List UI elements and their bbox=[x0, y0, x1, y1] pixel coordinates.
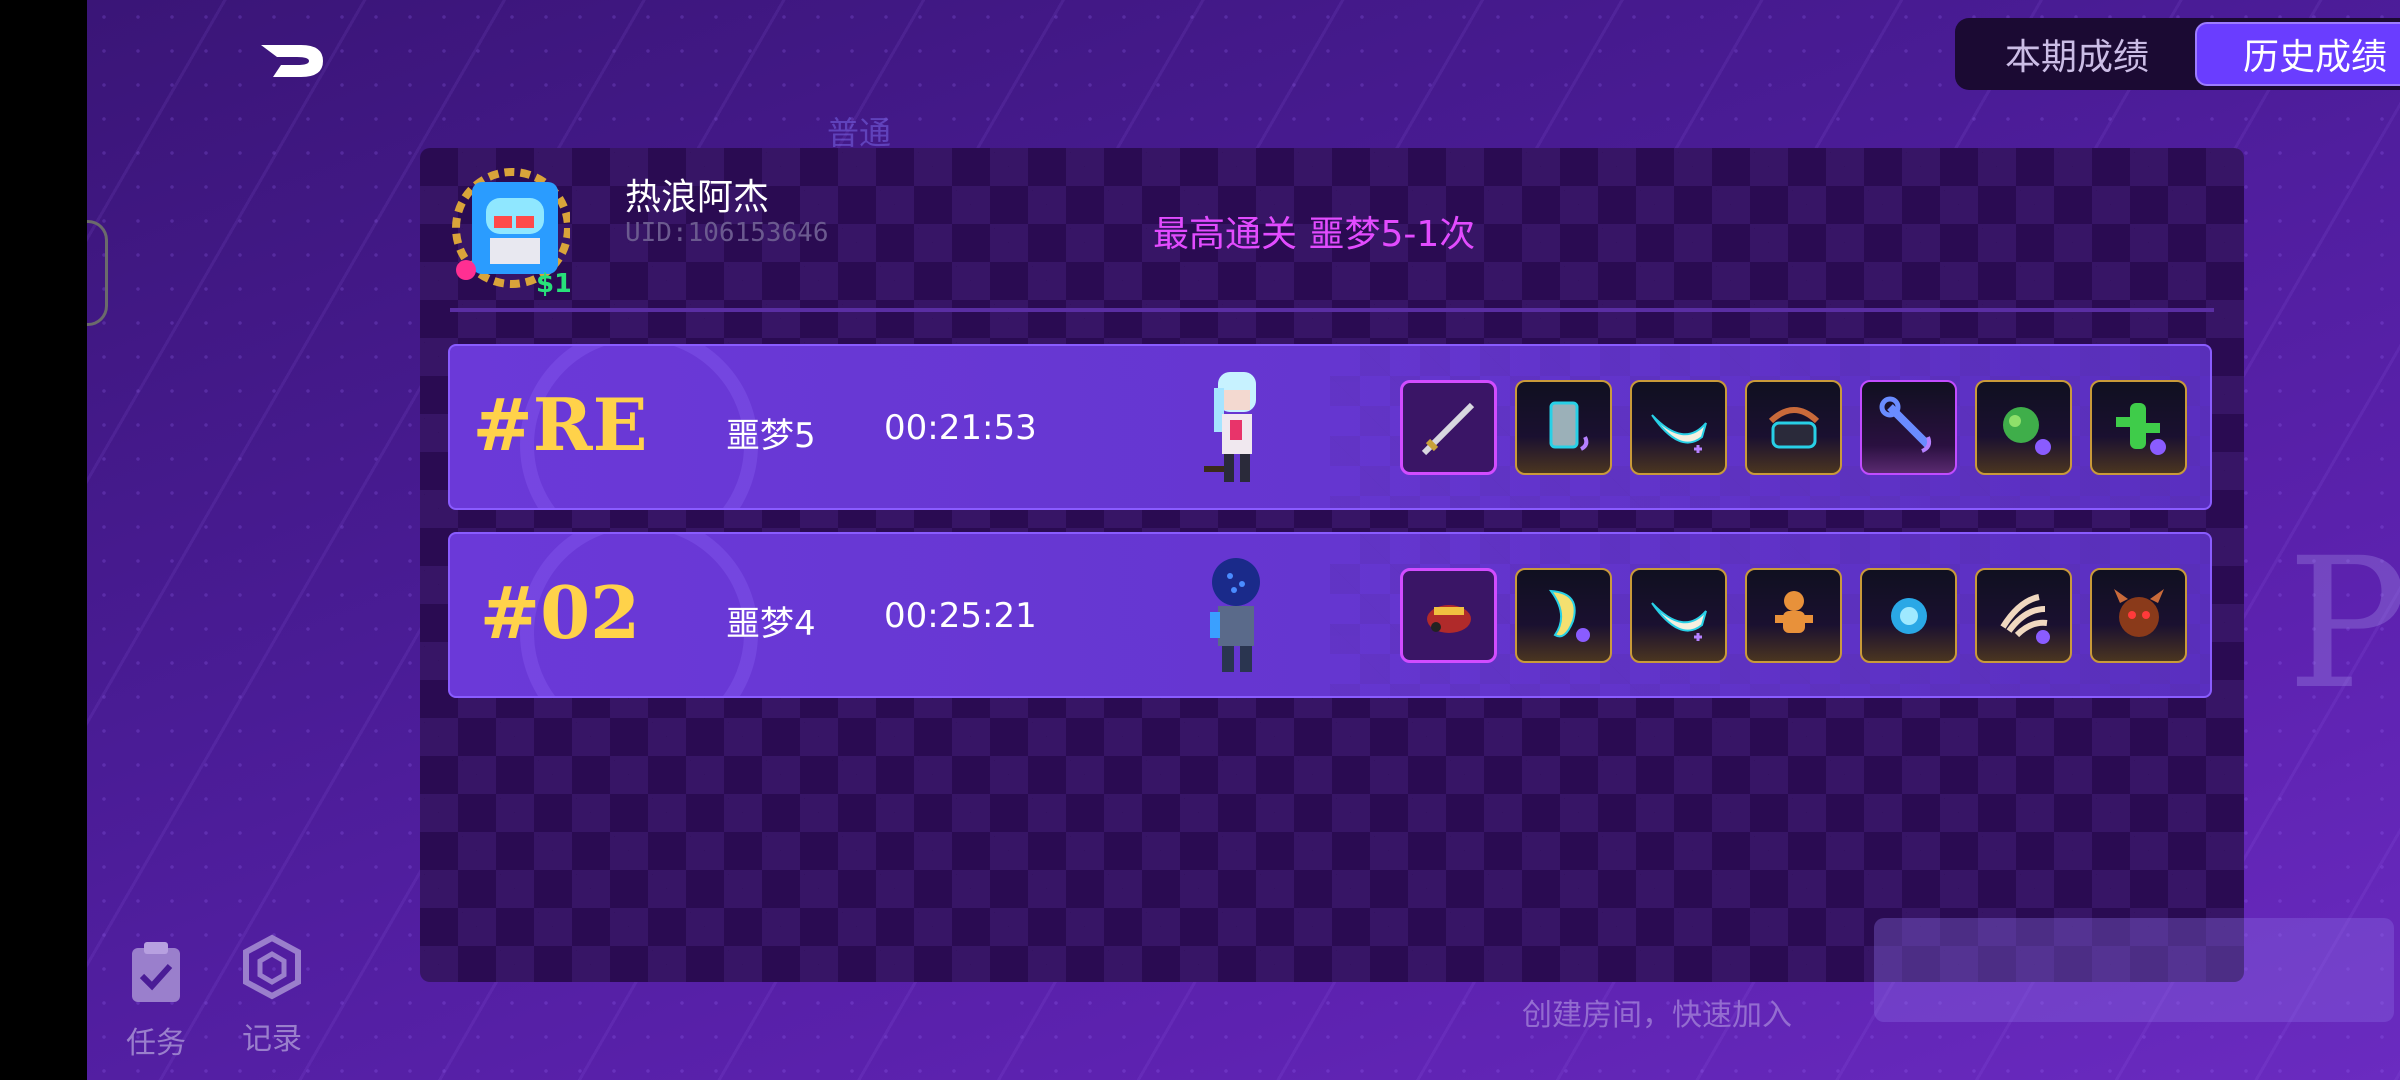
item-list bbox=[1400, 380, 2187, 475]
background-letter-p: P bbox=[2287, 520, 2400, 729]
horn-icon[interactable] bbox=[1630, 380, 1727, 475]
nav-records-label: 记录 bbox=[242, 1022, 302, 1057]
game-screen: 普通 P 本期成绩 历史成绩 $1 热浪阿杰 UID:106153646 最高通… bbox=[87, 0, 2400, 1080]
hexagon-icon bbox=[243, 934, 301, 1000]
telephone-icon[interactable] bbox=[1745, 380, 1842, 475]
record-rank: #RE bbox=[472, 382, 648, 467]
cactus-icon[interactable] bbox=[2090, 380, 2187, 475]
best-clear-summary: 最高通关 噩梦5-1次 bbox=[1153, 214, 1476, 255]
sword-icon[interactable] bbox=[1400, 380, 1497, 475]
plant-icon[interactable] bbox=[1975, 380, 2072, 475]
record-row[interactable]: #02 噩梦4 00:25:21 bbox=[448, 532, 2212, 698]
nav-tasks[interactable]: 任务 bbox=[116, 938, 196, 1062]
record-difficulty: 噩梦5 bbox=[726, 416, 816, 456]
player-uid: UID:106153646 bbox=[625, 218, 829, 248]
card-icon[interactable] bbox=[1515, 380, 1612, 475]
record-time: 00:21:53 bbox=[884, 408, 1037, 448]
background-button bbox=[1874, 918, 2394, 1022]
player-name: 热浪阿杰 bbox=[625, 177, 770, 218]
record-row[interactable]: #RE 噩梦5 00:21:53 bbox=[448, 344, 2212, 510]
player-avatar[interactable]: $1 bbox=[450, 158, 570, 298]
record-difficulty: 噩梦4 bbox=[726, 604, 816, 644]
tab-history[interactable]: 历史成绩 bbox=[2195, 22, 2400, 86]
edge-handle-icon bbox=[87, 220, 108, 326]
blue-ring-icon[interactable] bbox=[1860, 568, 1957, 663]
red-crab-gun-icon[interactable] bbox=[1400, 568, 1497, 663]
wrench-icon[interactable] bbox=[1860, 380, 1957, 475]
record-tabs: 本期成绩 历史成绩 bbox=[1955, 18, 2400, 90]
gingerbread-icon[interactable] bbox=[1745, 568, 1842, 663]
tooth-icon[interactable] bbox=[1515, 568, 1612, 663]
record-time: 00:25:21 bbox=[884, 596, 1037, 636]
hero-blue-helmet-knight-icon bbox=[1210, 558, 1260, 672]
header-divider bbox=[450, 308, 2214, 312]
horn-icon[interactable] bbox=[1630, 568, 1727, 663]
clipboard-icon bbox=[132, 942, 180, 1002]
nav-records[interactable]: 记录 bbox=[232, 934, 312, 1058]
back-button[interactable] bbox=[257, 35, 329, 83]
svg-text:$1: $1 bbox=[536, 269, 570, 298]
item-list bbox=[1400, 568, 2187, 663]
record-rank: #02 bbox=[479, 570, 641, 655]
demon-mask-icon[interactable] bbox=[2090, 568, 2187, 663]
claw-icon[interactable] bbox=[1975, 568, 2072, 663]
tab-current-season[interactable]: 本期成绩 bbox=[1959, 22, 2195, 86]
background-room-links: 创建房间，快速加入 bbox=[1522, 998, 1792, 1033]
records-panel: $1 热浪阿杰 UID:106153646 最高通关 噩梦5-1次 #RE 噩梦… bbox=[420, 148, 2244, 982]
nav-tasks-label: 任务 bbox=[126, 1026, 186, 1061]
hero-white-haired-girl-icon bbox=[1204, 372, 1256, 482]
